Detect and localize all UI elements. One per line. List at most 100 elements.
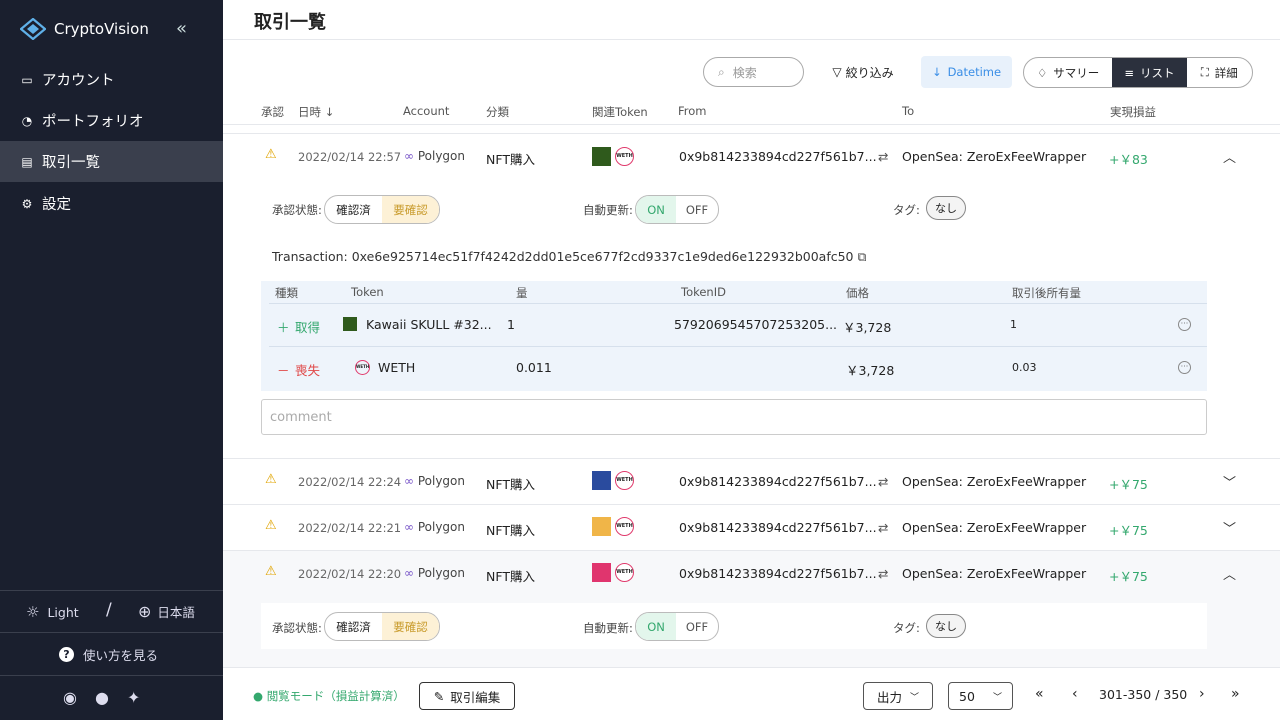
approval-toggle: 確認済 要確認 xyxy=(324,612,440,641)
transfer-amount: 0.011 xyxy=(516,360,552,375)
row-pnl: +￥83 xyxy=(1109,152,1148,167)
divider xyxy=(223,39,1280,40)
warning-icon: ⚠ xyxy=(265,472,277,487)
collapse-sidebar-icon[interactable]: « xyxy=(176,18,187,39)
more-icon[interactable]: ··· xyxy=(1178,318,1191,331)
warning-icon: ⚠ xyxy=(265,518,277,533)
polygon-icon: ∞ xyxy=(404,566,414,580)
chevron-up-icon[interactable]: ︿ xyxy=(1223,147,1236,166)
nft-token-icon xyxy=(592,147,611,166)
next-page-icon[interactable]: › xyxy=(1199,686,1205,702)
more-icon[interactable]: ··· xyxy=(1178,361,1191,374)
chevron-down-icon[interactable]: ﹀ xyxy=(1223,472,1236,491)
table-row[interactable]: ⚠ 2022/02/14 22:21 ∞ Polygon NFT購入 WETH … xyxy=(223,505,1280,550)
autoupdate-on[interactable]: ON xyxy=(636,613,677,640)
transfer-kind: 喪失 xyxy=(295,363,321,378)
nav-label: ポートフォリオ xyxy=(42,114,144,130)
minus-icon: － xyxy=(277,363,290,378)
table-row[interactable]: ⚠ 2022/02/14 22:20 ∞ Polygon NFT購入 WETH … xyxy=(223,551,1280,667)
polygon-icon: ∞ xyxy=(404,474,414,488)
pie-chart-icon: ◔ xyxy=(21,113,33,128)
first-page-icon[interactable]: « xyxy=(1035,686,1044,702)
tag-chip[interactable]: なし xyxy=(926,196,966,220)
search-placeholder: 検索 xyxy=(732,65,757,80)
nav-item-account[interactable]: ▭ アカウント xyxy=(0,59,223,100)
account-name: Polygon xyxy=(417,149,465,163)
weth-token-icon: WETH xyxy=(615,471,634,490)
nav-item-portfolio[interactable]: ◔ ポートフォリオ xyxy=(0,100,223,141)
approval-confirmed[interactable]: 確認済 xyxy=(325,196,382,223)
approval-confirmed[interactable]: 確認済 xyxy=(325,613,382,640)
twitter-icon[interactable]: ✦ xyxy=(127,688,140,707)
autoupdate-off[interactable]: OFF xyxy=(676,613,718,640)
autoupdate-on[interactable]: ON xyxy=(636,196,677,223)
transfer-price: ￥3,728 xyxy=(843,320,892,335)
chevron-down-icon[interactable]: ﹀ xyxy=(1223,518,1236,537)
account-name: Polygon xyxy=(417,474,465,488)
transfer-kind: 取得 xyxy=(295,320,321,335)
external-link-icon[interactable]: ⧉ xyxy=(858,249,867,264)
app-logo[interactable]: CryptoVision xyxy=(20,14,149,44)
help-link[interactable]: ? 使い方を見る xyxy=(59,645,158,664)
token-transfer-table: 種類 Token 量 TokenID 価格 取引後所有量 ＋ 取得 Kawaii… xyxy=(261,281,1207,391)
page-size-select[interactable]: 50 ﹀ xyxy=(948,682,1013,710)
comment-field[interactable]: comment xyxy=(261,399,1207,435)
theme-toggle[interactable]: ☼ Light xyxy=(26,603,79,621)
subcol-kind: 種類 xyxy=(275,286,298,300)
transfer-holding: 1 xyxy=(1010,318,1017,331)
nav-item-settings[interactable]: ⚙ 設定 xyxy=(0,183,223,224)
col-label: 日時 xyxy=(298,105,321,119)
row-to: OpenSea: ZeroExFeeWrapper xyxy=(902,566,1087,581)
status-dot-icon: ● xyxy=(253,689,264,703)
social-links: ◉ ● ✦ xyxy=(63,688,140,707)
last-page-icon[interactable]: » xyxy=(1231,686,1240,702)
row-to: OpenSea: ZeroExFeeWrapper xyxy=(902,520,1087,535)
transfer-icon: ⇄ xyxy=(878,566,889,581)
transfer-tokenid: 5792069545707253205... xyxy=(674,317,838,332)
arrow-down-icon: ↓ xyxy=(931,65,942,79)
github-icon[interactable]: ● xyxy=(95,688,109,707)
page-range: 301-350 / 350 xyxy=(1099,687,1188,702)
row-to: OpenSea: ZeroExFeeWrapper xyxy=(902,149,1087,164)
nav-item-transactions[interactable]: ▤ 取引一覧 xyxy=(0,141,223,182)
help-icon: ? xyxy=(59,647,74,662)
logo-icon xyxy=(20,18,46,40)
prev-page-icon[interactable]: ‹ xyxy=(1072,686,1078,702)
transfer-holding: 0.03 xyxy=(1012,361,1037,374)
transfer-row: － 喪失 WETH WETH 0.011 ￥3,728 0.03 ··· xyxy=(261,347,1207,389)
filter-button[interactable]: ▽ 絞り込み xyxy=(823,57,903,87)
tag-label: タグ: xyxy=(893,203,920,217)
view-detail[interactable]: ⛶ 詳細 xyxy=(1187,58,1252,87)
theme-label: Light xyxy=(47,604,79,620)
table-row[interactable]: ⚠ 2022/02/14 22:24 ∞ Polygon NFT購入 WETH … xyxy=(223,459,1280,504)
view-mode-label: 閲覧モード（損益計算済） xyxy=(266,689,405,703)
language-toggle[interactable]: ⊕ 日本語 xyxy=(138,602,195,621)
sort-button[interactable]: ↓ Datetime xyxy=(921,56,1012,88)
row-pnl: +￥75 xyxy=(1109,569,1148,584)
chevron-up-icon[interactable]: ︿ xyxy=(1223,564,1236,583)
autoupdate-label: 自動更新: xyxy=(583,203,633,217)
view-summary[interactable]: ♢ サマリー xyxy=(1024,58,1112,87)
warning-icon: ⚠ xyxy=(265,147,277,162)
col-datetime[interactable]: 日時 ↓ xyxy=(298,104,334,120)
tag-chip[interactable]: なし xyxy=(926,614,966,638)
approval-needs-review[interactable]: 要確認 xyxy=(382,613,439,640)
export-label: 出力 xyxy=(876,689,902,705)
row-category: NFT購入 xyxy=(486,477,535,492)
wallet-icon: ▭ xyxy=(21,72,33,87)
edit-transactions-button[interactable]: ✎ 取引編集 xyxy=(419,682,515,710)
discord-icon[interactable]: ◉ xyxy=(63,688,77,707)
search-input[interactable]: ⌕ 検索 xyxy=(703,57,804,87)
subcol-holding: 取引後所有量 xyxy=(1012,286,1081,300)
nft-token-icon xyxy=(592,471,611,490)
approval-needs-review[interactable]: 要確認 xyxy=(382,196,439,223)
export-dropdown[interactable]: 出力 ﹀ xyxy=(863,682,933,710)
sun-icon: ☼ xyxy=(26,603,40,621)
help-label: 使い方を見る xyxy=(83,648,159,663)
sort-label: Datetime xyxy=(947,65,1002,79)
view-list[interactable]: ≡ リスト xyxy=(1112,58,1187,87)
filter-icon: ▽ xyxy=(832,65,842,79)
autoupdate-toggle: ON OFF xyxy=(635,195,719,224)
view-label: リスト xyxy=(1139,65,1175,80)
autoupdate-off[interactable]: OFF xyxy=(676,196,718,223)
